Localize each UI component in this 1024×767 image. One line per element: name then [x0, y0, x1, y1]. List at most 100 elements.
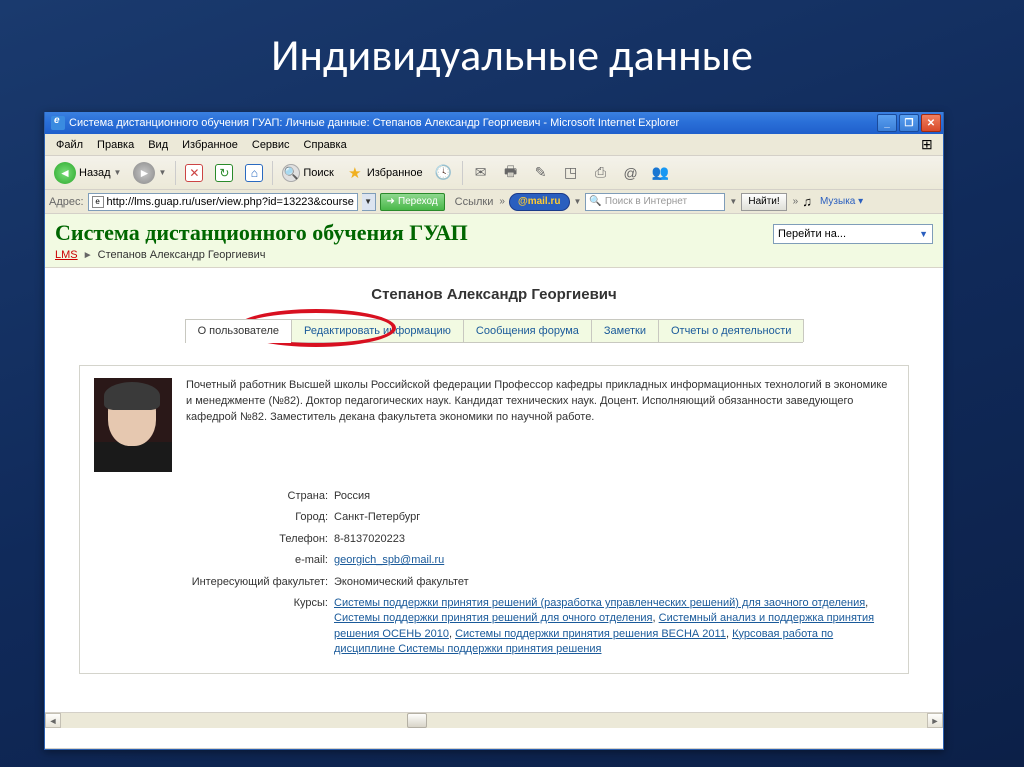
- scroll-left-button[interactable]: ◄: [45, 713, 61, 728]
- field-phone: Телефон: 8-8137020223: [94, 529, 894, 550]
- scroll-track[interactable]: [61, 713, 927, 728]
- at-icon: @: [622, 164, 640, 182]
- mail-button[interactable]: ✉: [467, 160, 495, 186]
- back-label: Назад: [79, 167, 111, 179]
- breadcrumb: LMS ► Степанов Александр Георгиевич: [55, 246, 933, 265]
- breadcrumb-root[interactable]: LMS: [55, 249, 78, 261]
- tool-button-2[interactable]: ⎙: [587, 160, 615, 186]
- back-button[interactable]: ◄ Назад ▼: [49, 160, 126, 186]
- menu-edit[interactable]: Правка: [90, 137, 141, 153]
- course-link[interactable]: Системы поддержки принятия решений для о…: [334, 612, 653, 624]
- forward-arrow-icon: ►: [133, 162, 155, 184]
- maximize-button[interactable]: ❐: [899, 114, 919, 132]
- tool-button-3[interactable]: @: [617, 160, 645, 186]
- menu-favorites[interactable]: Избранное: [175, 137, 245, 153]
- edit-button[interactable]: ✎: [527, 160, 555, 186]
- page-icon: e: [92, 196, 104, 208]
- forward-button[interactable]: ► ▼: [128, 160, 171, 186]
- field-value: Россия: [334, 489, 894, 504]
- refresh-button[interactable]: ↻: [210, 160, 238, 186]
- nav-select-arrow-icon: ▼: [919, 229, 928, 239]
- history-icon: 🕓: [435, 164, 453, 182]
- edit-icon: ✎: [532, 164, 550, 182]
- email-link[interactable]: georgich_spb@mail.ru: [334, 554, 444, 566]
- mailru-badge[interactable]: @mail.ru: [509, 193, 570, 211]
- nav-select-label: Перейти на...: [778, 228, 846, 240]
- course-link[interactable]: Системы поддержки принятия решения ВЕСНА…: [455, 628, 726, 640]
- field-label: Телефон:: [94, 532, 334, 547]
- home-button[interactable]: ⌂: [240, 160, 268, 186]
- tab-activity-reports[interactable]: Отчеты о деятельности: [658, 319, 804, 342]
- address-label: Адрес:: [49, 196, 84, 208]
- expand-icon[interactable]: »: [793, 196, 799, 207]
- tab-forum-posts[interactable]: Сообщения форума: [463, 319, 592, 342]
- tabs-wrap: О пользователе Редактировать информацию …: [45, 319, 943, 343]
- menu-help[interactable]: Справка: [297, 137, 354, 153]
- search-button[interactable]: 🔍 Поиск: [277, 160, 338, 186]
- tab-about[interactable]: О пользователе: [185, 319, 292, 342]
- links-expand-icon[interactable]: »: [499, 196, 505, 207]
- stop-button[interactable]: ✕: [180, 160, 208, 186]
- stop-icon: ✕: [185, 164, 203, 182]
- search-dropdown-icon: ▼: [729, 197, 737, 206]
- menu-view[interactable]: Вид: [141, 137, 175, 153]
- print-button[interactable]: 🖶: [497, 160, 525, 186]
- separator: [462, 161, 463, 185]
- generic-icon: ⎙: [592, 164, 610, 182]
- tab-edit-info[interactable]: Редактировать информацию: [291, 319, 464, 342]
- field-label: Интересующий факультет:: [94, 575, 334, 590]
- mailru-dropdown-icon: ▼: [574, 197, 582, 206]
- address-dropdown[interactable]: ▼: [362, 193, 376, 211]
- scroll-right-button[interactable]: ►: [927, 713, 943, 728]
- favorites-label: Избранное: [367, 167, 423, 179]
- horizontal-scrollbar[interactable]: ◄ ►: [45, 712, 943, 728]
- history-button[interactable]: 🕓: [430, 160, 458, 186]
- forward-dropdown-icon: ▼: [158, 168, 166, 177]
- field-city: Город: Санкт-Петербург: [94, 507, 894, 528]
- slide-title: Индивидуальные данные: [0, 0, 1024, 100]
- profile-name-heading: Степанов Александр Георгиевич: [45, 268, 943, 319]
- close-button[interactable]: ✕: [921, 114, 941, 132]
- profile-box: Почетный работник Высшей школы Российско…: [79, 365, 909, 674]
- tab-notes[interactable]: Заметки: [591, 319, 659, 342]
- avatar: [94, 378, 172, 472]
- menu-tools[interactable]: Сервис: [245, 137, 297, 153]
- page-content: Система дистанционного обучения ГУАП Пер…: [45, 214, 943, 748]
- tool-button-4[interactable]: 👥: [647, 160, 675, 186]
- address-input[interactable]: [107, 196, 354, 208]
- tool-button-1[interactable]: ◳: [557, 160, 585, 186]
- field-courses: Курсы: Системы поддержки принятия решени…: [94, 593, 894, 661]
- mail-icon: ✉: [472, 164, 490, 182]
- field-value: Экономический факультет: [334, 575, 894, 590]
- go-button[interactable]: ➜ Переход: [380, 193, 445, 211]
- field-label: Город:: [94, 510, 334, 525]
- toolbar: ◄ Назад ▼ ► ▼ ✕ ↻ ⌂ 🔍 Поиск ★ Избранное …: [45, 156, 943, 190]
- field-value: 8-8137020223: [334, 532, 894, 547]
- ie-logo-icon: [51, 116, 65, 130]
- search-placeholder: Поиск в Интернет: [605, 196, 687, 207]
- generic-icon: ◳: [562, 164, 580, 182]
- nav-select[interactable]: Перейти на... ▼: [773, 224, 933, 244]
- tabs: О пользователе Редактировать информацию …: [185, 319, 804, 343]
- field-label: Страна:: [94, 489, 334, 504]
- back-arrow-icon: ◄: [54, 162, 76, 184]
- course-link[interactable]: Системы поддержки принятия решений (разр…: [334, 597, 865, 609]
- search-input[interactable]: 🔍 Поиск в Интернет: [585, 193, 725, 211]
- minimize-button[interactable]: _: [877, 114, 897, 132]
- breadcrumb-arrow-icon: ►: [83, 250, 93, 261]
- refresh-icon: ↻: [215, 164, 233, 182]
- people-icon: 👥: [652, 164, 670, 182]
- music-label[interactable]: Музыка ▾: [820, 196, 863, 207]
- profile-bio: Почетный работник Высшей школы Российско…: [186, 378, 894, 472]
- separator: [175, 161, 176, 185]
- find-button[interactable]: Найти!: [741, 193, 786, 211]
- profile-fields: Страна: Россия Город: Санкт-Петербург Те…: [94, 486, 894, 661]
- scroll-thumb[interactable]: [407, 713, 427, 728]
- search-glass-icon: 🔍: [589, 196, 601, 207]
- field-value: Санкт-Петербург: [334, 510, 894, 525]
- menu-file[interactable]: Файл: [49, 137, 90, 153]
- links-label: Ссылки: [455, 196, 494, 208]
- field-label: e-mail:: [94, 553, 334, 568]
- favorites-button[interactable]: ★ Избранное: [341, 160, 428, 186]
- address-input-wrap: e: [88, 193, 358, 211]
